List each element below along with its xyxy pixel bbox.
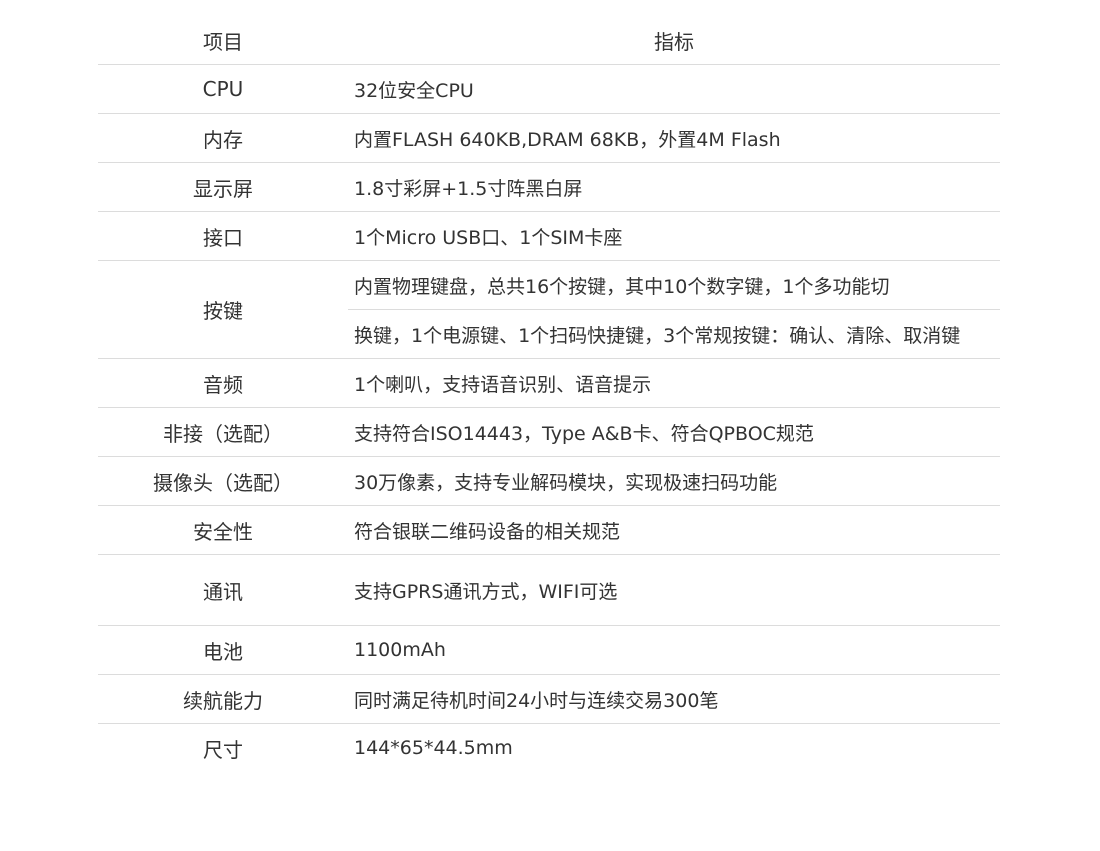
row-label-endurance: 续航能力 (98, 674, 348, 724)
row-label-interface: 接口 (98, 211, 348, 261)
row-label-display: 显示屏 (98, 162, 348, 212)
row-value-memory: 内置FLASH 640KB,DRAM 68KB，外置4M Flash (348, 113, 1000, 163)
row-label-memory: 内存 (98, 113, 348, 163)
row-label-cpu: CPU (98, 64, 348, 114)
table-header-row: 项目 指标 (98, 16, 1000, 65)
table-row: 尺寸 144*65*44.5mm (98, 724, 1000, 773)
row-value-size: 144*65*44.5mm (354, 737, 513, 759)
row-label-size: 尺寸 (203, 737, 243, 762)
row-label-camera: 摄像头（选配） (98, 456, 348, 506)
table-row: 内存 内置FLASH 640KB,DRAM 68KB，外置4M Flash (98, 113, 1000, 163)
table-row: 电池 1100mAh (98, 625, 1000, 675)
row-value-audio: 1个喇叭，支持语音识别、语音提示 (348, 358, 1000, 408)
table-row: 按键 内置物理键盘，总共16个按键，其中10个数字键，1个多功能切 (98, 260, 1000, 359)
row-value-interface: 1个Micro USB口、1个SIM卡座 (348, 211, 1000, 261)
table-row: 通讯 支持GPRS通讯方式，WIFI可选 (98, 554, 1000, 626)
table-row: 安全性 符合银联二维码设备的相关规范 (98, 505, 1000, 555)
table-row: CPU 32位安全CPU (98, 64, 1000, 114)
spec-table: 项目 指标 CPU 32位安全CPU 内存 内置FLASH 640KB,DRAM… (98, 16, 1000, 772)
table-row: 接口 1个Micro USB口、1个SIM卡座 (98, 211, 1000, 261)
table-row: 显示屏 1.8寸彩屏+1.5寸阵黑白屏 (98, 162, 1000, 212)
row-label-battery: 电池 (98, 625, 348, 675)
table-row: 摄像头（选配） 30万像素，支持专业解码模块，实现极速扫码功能 (98, 456, 1000, 506)
row-value-battery: 1100mAh (348, 625, 1000, 675)
row-value-security: 符合银联二维码设备的相关规范 (348, 505, 1000, 555)
header-value-cell: 指标 (348, 16, 1000, 65)
row-label-communication: 通讯 (98, 554, 348, 626)
row-value-endurance: 同时满足待机时间24小时与连续交易300笔 (348, 674, 1000, 724)
row-label-keys: 按键 (98, 260, 348, 359)
row-value-camera: 30万像素，支持专业解码模块，实现极速扫码功能 (348, 456, 1000, 506)
row-value-contactless: 支持符合ISO14443，Type A&B卡、符合QPBOC规范 (348, 407, 1000, 457)
header-label-cell: 项目 (98, 16, 348, 65)
row-label-audio: 音频 (98, 358, 348, 408)
row-value-cpu: 32位安全CPU (348, 64, 1000, 114)
row-value-keys-line1: 内置物理键盘，总共16个按键，其中10个数字键，1个多功能切 (348, 260, 1000, 310)
table-row: 音频 1个喇叭，支持语音识别、语音提示 (98, 358, 1000, 408)
row-value-keys-line2: 换键，1个电源键、1个扫码快捷键，3个常规按键：确认、清除、取消键 (348, 309, 1000, 359)
row-value-communication: 支持GPRS通讯方式，WIFI可选 (348, 554, 1000, 626)
row-value-display: 1.8寸彩屏+1.5寸阵黑白屏 (348, 162, 1000, 212)
table-row: 非接（选配） 支持符合ISO14443，Type A&B卡、符合QPBOC规范 (98, 407, 1000, 457)
row-label-security: 安全性 (98, 505, 348, 555)
table-row: 续航能力 同时满足待机时间24小时与连续交易300笔 (98, 674, 1000, 724)
row-label-contactless: 非接（选配） (98, 407, 348, 457)
